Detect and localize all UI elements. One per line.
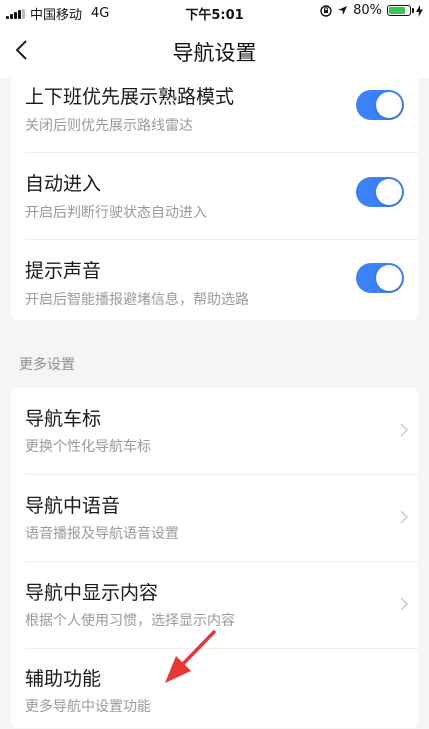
status-right: 80% bbox=[320, 3, 423, 18]
list-item-car-icon[interactable]: 导航车标 更换个性化导航车标 bbox=[11, 388, 418, 474]
row-title: 自动进入 bbox=[25, 173, 102, 195]
chevron-right-icon bbox=[400, 597, 408, 611]
orientation-lock-icon bbox=[320, 4, 332, 17]
row-subtitle: 开启后智能播报避堵信息，帮助选路 bbox=[25, 292, 249, 308]
row-title: 上下班优先展示熟路模式 bbox=[25, 86, 235, 108]
commute-mode-toggle[interactable] bbox=[356, 90, 404, 120]
battery-percent: 80% bbox=[353, 3, 382, 18]
row-title: 导航中语音 bbox=[25, 495, 121, 517]
row-subtitle: 关闭后则优先展示路线雷达 bbox=[25, 118, 193, 134]
list-item-voice[interactable]: 导航中语音 语音播报及导航语音设置 bbox=[11, 475, 418, 561]
toggle-settings-card: 上下班优先展示熟路模式 关闭后则优先展示路线雷达 自动进入 开启后判断行驶状态自… bbox=[11, 70, 418, 320]
row-title: 辅助功能 bbox=[25, 668, 102, 690]
row-title: 导航车标 bbox=[25, 408, 102, 430]
status-bar: 中国移动 4G 下午5:01 80% bbox=[0, 0, 429, 24]
row-subtitle: 更多导航中设置功能 bbox=[25, 699, 151, 715]
toggle-row-auto-enter: 自动进入 开启后判断行驶状态自动进入 bbox=[11, 153, 418, 239]
battery-fill bbox=[389, 7, 405, 14]
row-title: 提示声音 bbox=[25, 260, 102, 282]
section-label: 更多设置 bbox=[19, 357, 75, 373]
row-subtitle: 语音播报及导航语音设置 bbox=[25, 526, 179, 542]
chevron-right-icon bbox=[400, 510, 408, 524]
battery-icon bbox=[387, 5, 414, 16]
list-item-display-content[interactable]: 导航中显示内容 根据个人使用习惯，选择显示内容 bbox=[11, 562, 418, 648]
row-subtitle: 开启后判断行驶状态自动进入 bbox=[25, 205, 207, 221]
page-title: 导航设置 bbox=[172, 41, 257, 65]
location-icon bbox=[338, 6, 348, 15]
auto-enter-toggle[interactable] bbox=[356, 177, 404, 207]
row-subtitle: 根据个人使用习惯，选择显示内容 bbox=[25, 613, 235, 629]
toggle-row-commute: 上下班优先展示熟路模式 关闭后则优先展示路线雷达 bbox=[11, 70, 418, 152]
list-item-accessibility[interactable]: 辅助功能 更多导航中设置功能 bbox=[11, 649, 418, 729]
row-subtitle: 更换个性化导航车标 bbox=[25, 439, 151, 455]
sound-toggle[interactable] bbox=[356, 263, 404, 293]
chevron-right-icon bbox=[400, 423, 408, 437]
charging-icon bbox=[416, 4, 423, 17]
toggle-row-sound: 提示声音 开启后智能播报避堵信息，帮助选路 bbox=[11, 240, 418, 320]
row-title: 导航中显示内容 bbox=[25, 582, 159, 604]
more-settings-card: 导航车标 更换个性化导航车标 导航中语音 语音播报及导航语音设置 导航中显示内容… bbox=[11, 388, 418, 728]
